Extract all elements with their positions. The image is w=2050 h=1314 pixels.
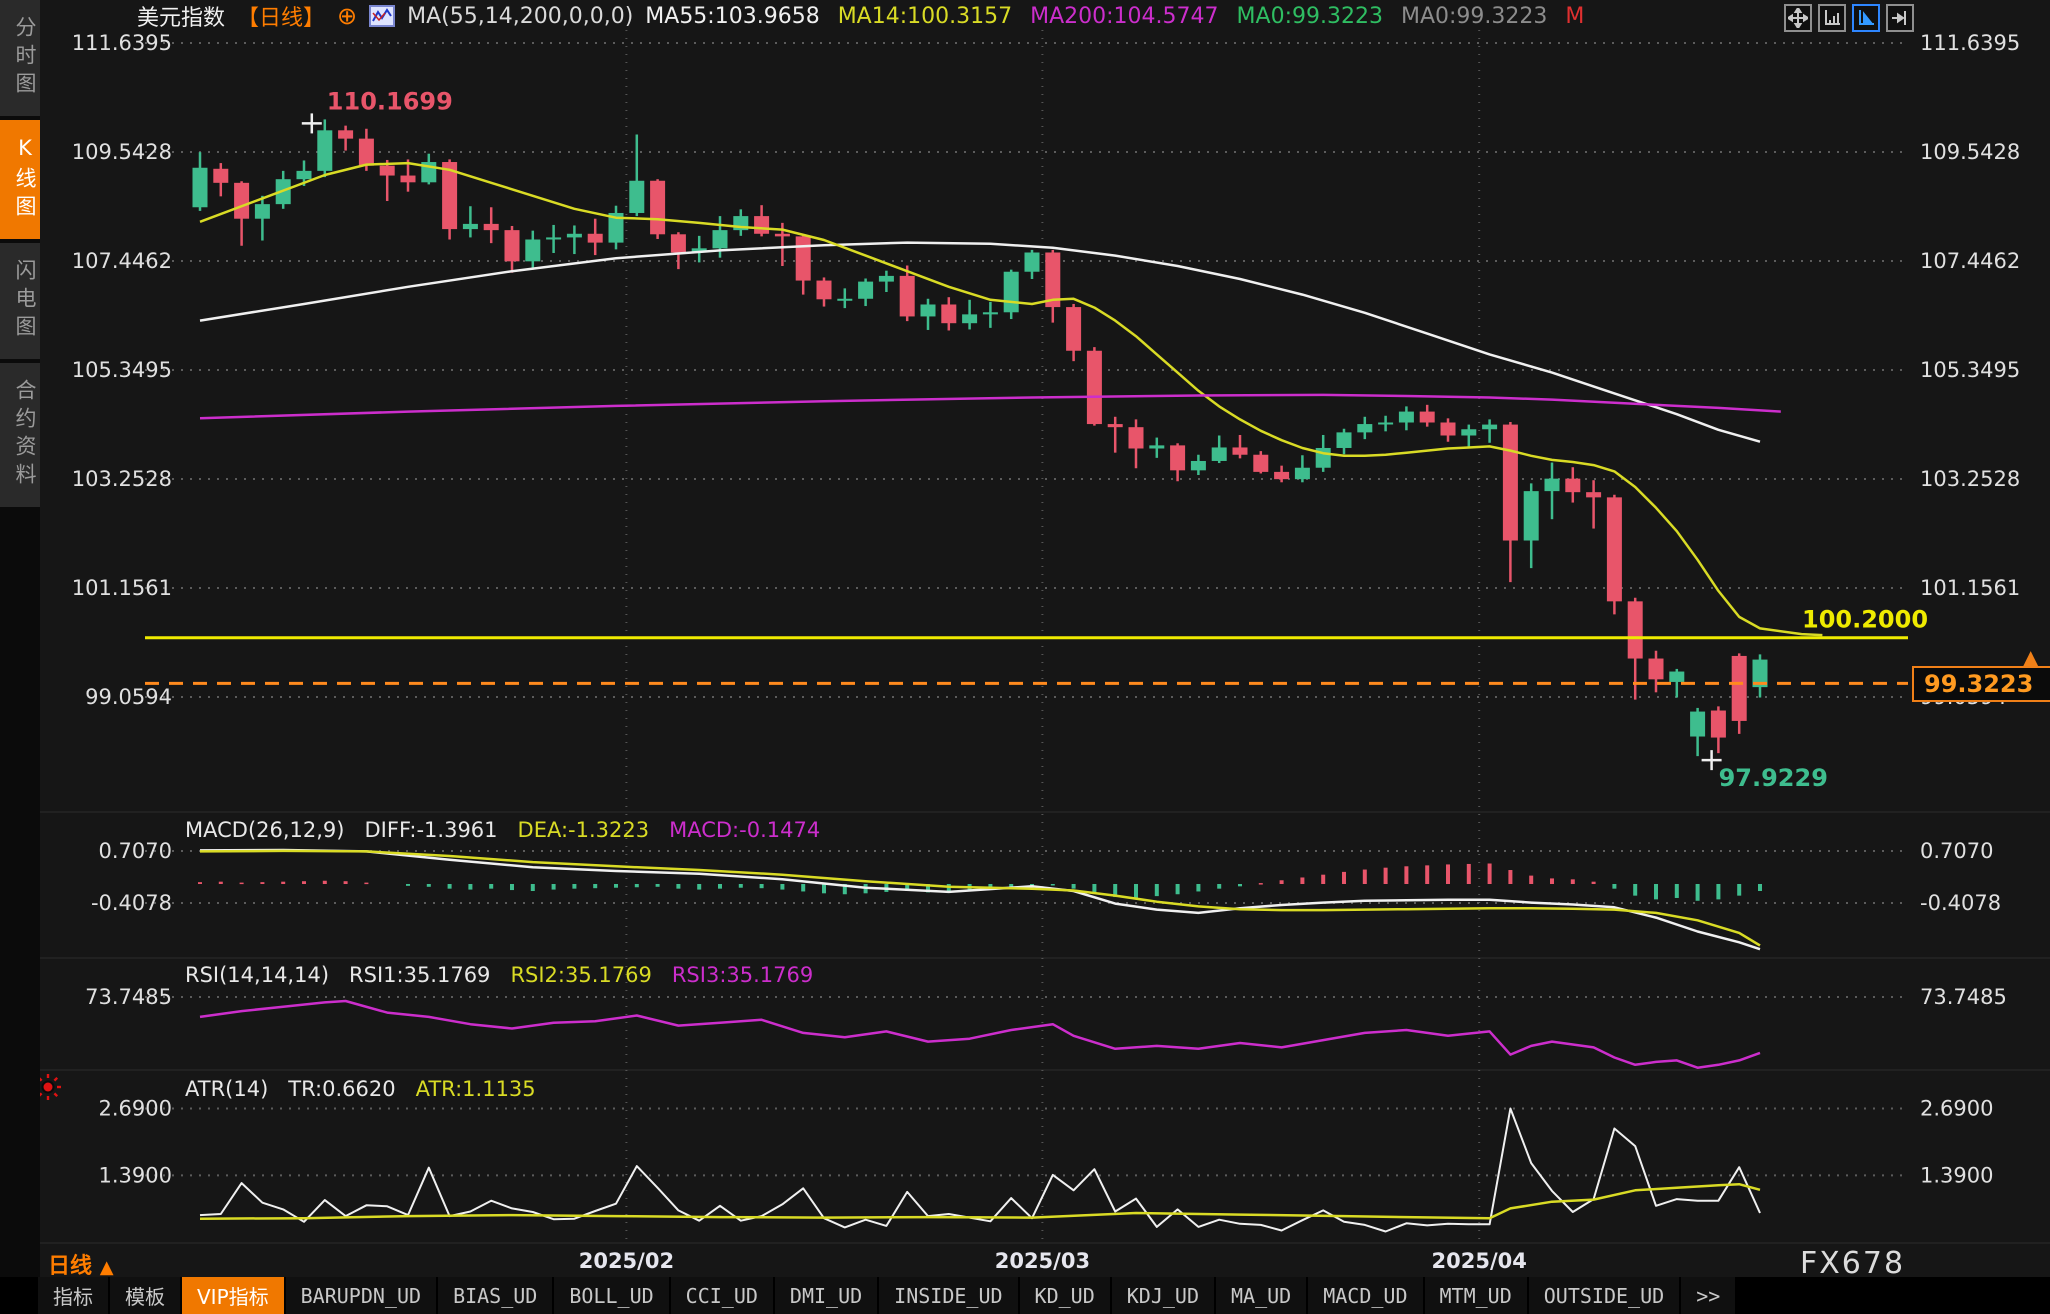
toolbar-item-3[interactable]: BARUPDN_UD (286, 1277, 436, 1314)
toolbar-item-15[interactable]: >> (1681, 1277, 1735, 1314)
svg-text:100.2000: 100.2000 (1802, 606, 1928, 634)
ma-settings: MA(55,14,200,0,0,0) (407, 4, 633, 29)
symbol-name: 美元指数 (137, 0, 225, 32)
trading-app: 2025/02 2025/03 2025/04 111.6395 111.6395 109… (0, 0, 2050, 1314)
chart-toolbar-icons (1784, 4, 1914, 32)
sidebar-item-0[interactable]: 分时图 (0, 0, 40, 116)
circle-plus-icon[interactable]: ⊕ (337, 5, 357, 27)
svg-text:-0.4078: -0.4078 (91, 891, 172, 915)
svg-text:110.1699: 110.1699 (327, 87, 453, 115)
chart-canvas[interactable]: 2025/02 2025/03 2025/04 111.6395 111.6395 109… (0, 0, 2050, 1314)
svg-text:0.7070: 0.7070 (99, 839, 172, 863)
atr-readout: TR:0.6620 (288, 1077, 395, 1101)
brand-watermark: FX678 (1800, 1246, 1905, 1281)
sidebar-item-3[interactable]: 合约资料 (0, 363, 40, 507)
svg-text:107.4462: 107.4462 (72, 249, 172, 273)
period-tag[interactable]: 【日线】 (237, 0, 325, 32)
timeframe-selector[interactable]: 日线 ▲ (48, 1248, 114, 1280)
svg-text:2025/02: 2025/02 (579, 1249, 674, 1273)
toolbar-item-0[interactable]: 指标 (38, 1277, 108, 1314)
toolbar-item-6[interactable]: CCI_UD (671, 1277, 773, 1314)
svg-text:99.0594: 99.0594 (85, 685, 172, 709)
collapse-panel-icon[interactable] (1886, 4, 1914, 32)
rsi-panel-header: RSI(14,14,14) RSI1:35.1769 RSI2:35.1769 RSI… (185, 963, 813, 987)
svg-text:107.4462: 107.4462 (1920, 249, 2020, 273)
svg-text:103.2528: 103.2528 (1920, 467, 2020, 491)
ma-value: MA200:104.5747 (1030, 4, 1218, 29)
macd-panel-header: MACD(26,12,9) DIFF:-1.3961 DEA:-1.3223 MACD… (185, 818, 820, 842)
sidebar-item-2[interactable]: 闪电图 (0, 243, 40, 359)
toolbar-item-12[interactable]: MACD_UD (1308, 1277, 1422, 1314)
svg-text:97.9229: 97.9229 (1719, 764, 1828, 792)
toolbar-item-9[interactable]: KD_UD (1020, 1277, 1110, 1314)
svg-text:2.6900: 2.6900 (99, 1096, 172, 1120)
sidebar: 分时图K线图闪电图合约资料 (0, 0, 40, 1314)
svg-text:73.7485: 73.7485 (1920, 985, 2007, 1009)
svg-text:111.6395: 111.6395 (72, 31, 172, 55)
atr-panel-header: ATR(14) TR:0.6620 ATR:1.1135 (185, 1077, 536, 1101)
svg-text:105.3495: 105.3495 (72, 358, 172, 382)
rsi-readout: RSI2:35.1769 (510, 963, 651, 987)
svg-text:101.1561: 101.1561 (72, 576, 172, 600)
axis-scale-active-icon[interactable] (1852, 4, 1880, 32)
svg-text:105.3495: 105.3495 (1920, 358, 2020, 382)
indicator-toolbar: 指标模板VIP指标BARUPDN_UDBIAS_UDBOLL_UDCCI_UDD… (0, 1277, 2050, 1314)
toolbar-item-14[interactable]: OUTSIDE_UD (1529, 1277, 1679, 1314)
timeframe-arrow-icon: ▲ (100, 1257, 114, 1278)
rsi-readout: RSI3:35.1769 (672, 963, 813, 987)
svg-text:103.2528: 103.2528 (72, 467, 172, 491)
svg-text:2025/04: 2025/04 (1432, 1249, 1527, 1273)
rsi-readout: RSI(14,14,14) (185, 963, 329, 987)
current-price-tag: 99.3223 (1912, 666, 2050, 702)
macd-readout: DIFF:-1.3961 (365, 818, 498, 842)
toolbar-item-2[interactable]: VIP指标 (182, 1277, 284, 1314)
move-crosshair-icon[interactable] (1784, 4, 1812, 32)
toolbar-item-4[interactable]: BIAS_UD (438, 1277, 552, 1314)
toolbar-item-11[interactable]: MA_UD (1216, 1277, 1306, 1314)
chart-header: 美元指数 【日线】 ⊕ MA(55,14,200,0,0,0) MA55:103… (137, 1, 1584, 31)
ma-value: MA55:103.9658 (645, 4, 819, 29)
axis-scale-icon[interactable] (1818, 4, 1846, 32)
svg-text:1.3900: 1.3900 (1920, 1163, 1993, 1187)
toolbar-item-10[interactable]: KDJ_UD (1112, 1277, 1214, 1314)
rsi-readout: RSI1:35.1769 (349, 963, 490, 987)
ma-value: MA14:100.3157 (838, 4, 1012, 29)
toolbar-item-13[interactable]: MTM_UD (1425, 1277, 1527, 1314)
timeframe-label: 日线 (48, 1254, 92, 1279)
atr-readout: ATR:1.1135 (416, 1077, 536, 1101)
svg-text:101.1561: 101.1561 (1920, 576, 2020, 600)
svg-text:109.5428: 109.5428 (72, 140, 172, 164)
toolbar-item-7[interactable]: DMI_UD (775, 1277, 877, 1314)
svg-text:73.7485: 73.7485 (85, 985, 172, 1009)
sidebar-item-1[interactable]: K线图 (0, 120, 40, 239)
mini-chart-icon[interactable] (369, 5, 395, 27)
svg-text:111.6395: 111.6395 (1920, 31, 2020, 55)
macd-readout: MACD:-0.1474 (669, 818, 820, 842)
toolbar-item-1[interactable]: 模板 (110, 1277, 180, 1314)
svg-text:2.6900: 2.6900 (1920, 1096, 1993, 1120)
ma-value: MA0:99.3223 (1401, 4, 1547, 29)
toolbar-item-8[interactable]: INSIDE_UD (879, 1277, 1017, 1314)
svg-text:2025/03: 2025/03 (995, 1249, 1090, 1273)
svg-text:0.7070: 0.7070 (1920, 839, 1993, 863)
atr-readout: ATR(14) (185, 1077, 268, 1101)
macd-readout: MACD(26,12,9) (185, 818, 345, 842)
toolbar-item-5[interactable]: BOLL_UD (554, 1277, 668, 1314)
ma-value: MA0:99.3223 (1237, 4, 1383, 29)
svg-text:109.5428: 109.5428 (1920, 140, 2020, 164)
ma-value: M (1565, 4, 1584, 29)
svg-text:-0.4078: -0.4078 (1920, 891, 2001, 915)
macd-readout: DEA:-1.3223 (518, 818, 650, 842)
ma-values: MA55:103.9658 MA14:100.3157 MA200:104.5747… (645, 4, 1584, 29)
svg-text:1.3900: 1.3900 (99, 1163, 172, 1187)
